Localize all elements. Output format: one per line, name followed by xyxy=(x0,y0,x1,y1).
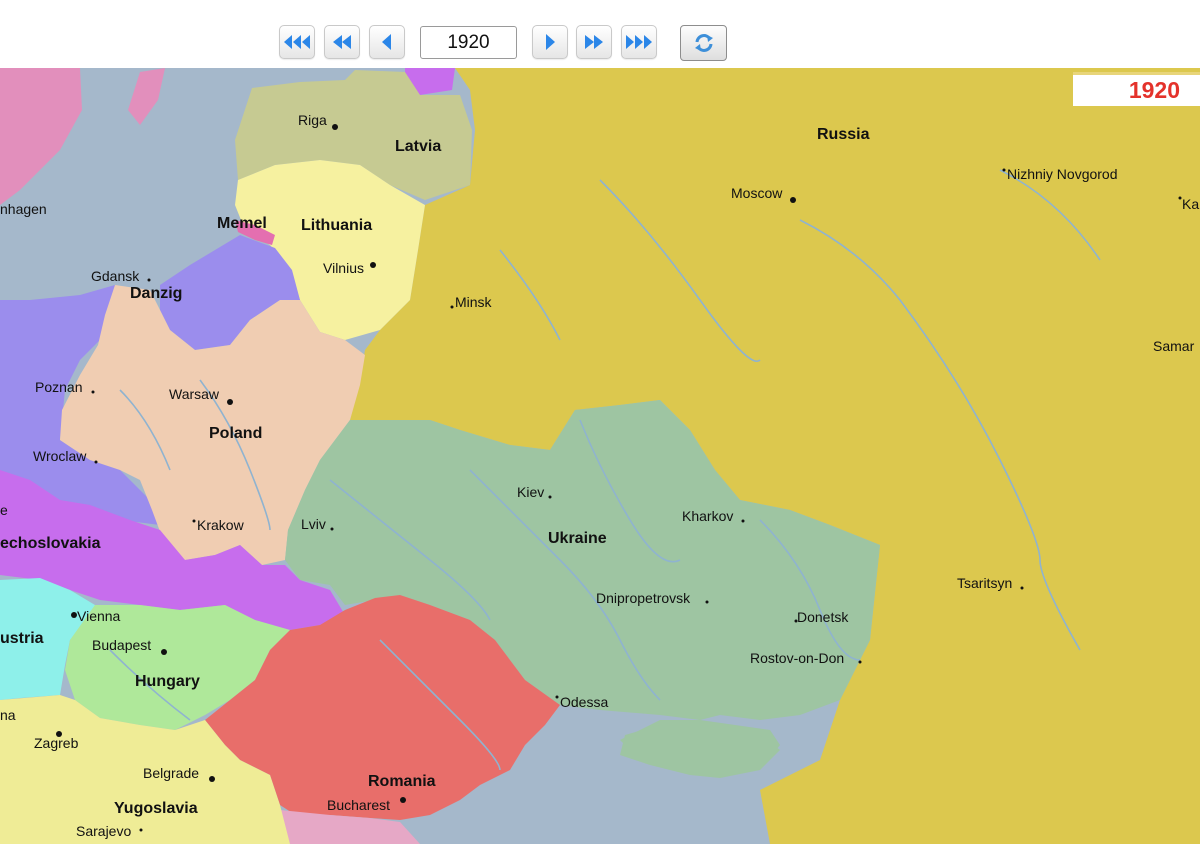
fast-forward-end-icon xyxy=(626,35,652,49)
label-lithuania: Lithuania xyxy=(301,217,372,234)
label-sarajevo: Sarajevo xyxy=(76,823,131,839)
label-nizhniy-novgorod: Nizhniy Novgorod xyxy=(1007,166,1118,182)
label-danzig: Danzig xyxy=(130,285,182,302)
fast-rewind-icon xyxy=(284,35,310,49)
rewind-icon xyxy=(333,35,351,49)
label-moscow: Moscow xyxy=(731,185,783,201)
label-samara: Samar xyxy=(1153,338,1195,354)
label-ljubljana: na xyxy=(0,707,16,723)
label-czechoslovakia: echoslovakia xyxy=(0,535,101,552)
fast-forward-icon xyxy=(585,35,603,49)
label-tsaritsyn: Tsaritsyn xyxy=(957,575,1012,591)
step-back-icon xyxy=(382,34,391,50)
label-budapest: Budapest xyxy=(92,637,151,653)
map-canvas[interactable]: Russia Latvia Lithuania Memel Danzig Pol… xyxy=(0,68,1200,844)
forward-fast-button[interactable] xyxy=(576,25,612,59)
back-fast-button[interactable] xyxy=(324,25,360,59)
label-austria: ustria xyxy=(0,630,44,647)
label-yugoslavia: Yugoslavia xyxy=(114,800,198,817)
label-poznan: Poznan xyxy=(35,379,82,395)
first-year-button[interactable] xyxy=(279,25,315,59)
label-odessa: Odessa xyxy=(560,694,608,710)
year-badge: 1920 xyxy=(1073,72,1200,106)
label-krakow: Krakow xyxy=(197,517,245,533)
label-belgrade: Belgrade xyxy=(143,765,199,781)
label-romania: Romania xyxy=(368,773,436,790)
timeline-toolbar xyxy=(0,0,1200,68)
label-kazan: Ka xyxy=(1182,196,1199,212)
label-lviv: Lviv xyxy=(301,516,326,532)
label-latvia: Latvia xyxy=(395,138,441,155)
label-memel: Memel xyxy=(217,215,267,232)
last-year-button[interactable] xyxy=(621,25,657,59)
label-russia: Russia xyxy=(817,126,870,143)
label-zagreb: Zagreb xyxy=(34,735,79,751)
label-donetsk: Donetsk xyxy=(797,609,849,625)
label-copenhagen: nhagen xyxy=(0,201,47,217)
historical-map[interactable]: Russia Latvia Lithuania Memel Danzig Pol… xyxy=(0,68,1200,844)
refresh-icon xyxy=(694,34,713,52)
label-riga: Riga xyxy=(298,112,327,128)
forward-button[interactable] xyxy=(532,25,568,59)
label-kiev: Kiev xyxy=(517,484,544,500)
year-input[interactable] xyxy=(420,26,517,59)
label-dnipropetrovsk: Dnipropetrovsk xyxy=(596,590,691,606)
label-ukraine: Ukraine xyxy=(548,530,607,547)
label-warsaw: Warsaw xyxy=(169,386,220,402)
label-bucharest: Bucharest xyxy=(327,797,390,813)
label-minsk: Minsk xyxy=(455,294,493,310)
label-hungary: Hungary xyxy=(135,673,200,690)
label-vilnius: Vilnius xyxy=(323,260,364,276)
label-poland: Poland xyxy=(209,425,262,442)
label-kharkov: Kharkov xyxy=(682,508,733,524)
label-wroclaw: Wroclaw xyxy=(33,448,87,464)
label-vienna: Vienna xyxy=(77,608,121,624)
step-forward-icon xyxy=(546,34,555,50)
refresh-button[interactable] xyxy=(680,25,727,61)
label-prague: e xyxy=(0,502,8,518)
label-rostov: Rostov-on-Don xyxy=(750,650,844,666)
back-button[interactable] xyxy=(369,25,405,59)
label-gdansk: Gdansk xyxy=(91,268,140,284)
